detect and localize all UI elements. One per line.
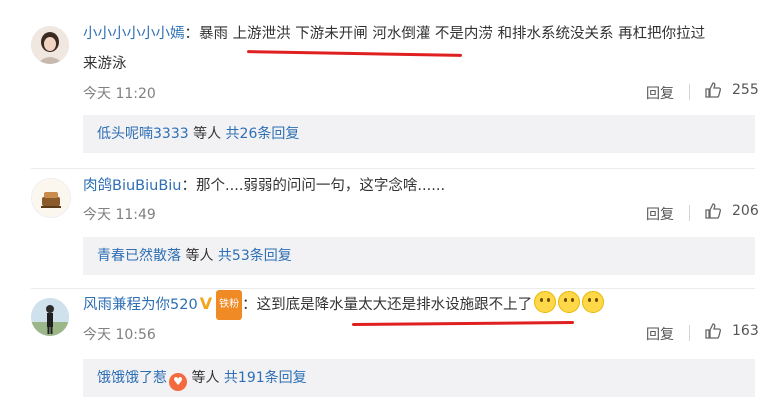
annotation-underline — [351, 321, 575, 326]
reply-count-link[interactable]: 共191条回复 — [224, 370, 307, 386]
comment-text: 风雨兼程为你520 V 铁粉 ：这到底是降水量太大还是排水设施跟不上了 — [83, 290, 605, 320]
comment-text: 肉鸽BiuBiuBiu：那个....弱弱的问问一句，这字念啥...... — [83, 178, 446, 194]
like-count: 163 — [732, 323, 759, 339]
comment-username[interactable]: 风雨兼程为你520 — [83, 297, 198, 313]
fan-badge: 铁粉 — [216, 290, 243, 320]
like-thumb-icon — [705, 82, 722, 98]
like-button[interactable]: 206 — [704, 202, 759, 220]
reply-summary[interactable]: 饿饿饿了惹 ♥ 等人 共191条回复 — [83, 359, 755, 397]
avatar[interactable] — [31, 178, 71, 218]
divider — [689, 205, 690, 221]
like-button[interactable]: 255 — [704, 81, 759, 99]
comment-username[interactable]: 肉鸽BiuBiuBiu — [83, 178, 182, 194]
reply-button[interactable]: 回复 — [646, 324, 674, 344]
comment-time: 今天 10:56 — [83, 327, 156, 343]
like-thumb-icon — [705, 203, 722, 219]
reply-summary[interactable]: 青春已然散落 等人 共53条回复 — [83, 237, 755, 275]
comment-text-line2: 来游泳 — [83, 56, 127, 72]
annotation-underline — [246, 50, 463, 57]
reply-user-link[interactable]: 饿饿饿了惹 — [97, 370, 167, 386]
reply-button[interactable]: 回复 — [646, 204, 674, 224]
verified-v-icon: V — [199, 294, 213, 313]
divider — [689, 325, 690, 341]
comment-time: 今天 11:20 — [83, 86, 156, 102]
smile-emoji-icon — [534, 291, 557, 313]
like-thumb-icon — [705, 323, 722, 339]
smile-emoji-icon — [582, 291, 605, 313]
reply-user-link[interactable]: 低头呢喃3333 — [97, 126, 189, 142]
smile-emoji-icon — [558, 291, 581, 313]
avatar[interactable] — [31, 26, 69, 64]
like-count: 255 — [732, 82, 759, 98]
comment-username[interactable]: 小小小小小小嫣 — [83, 26, 185, 42]
reply-summary[interactable]: 低头呢喃3333 等人 共26条回复 — [83, 115, 755, 153]
reply-count-link[interactable]: 共53条回复 — [218, 248, 292, 264]
reply-button[interactable]: 回复 — [646, 83, 674, 103]
divider — [31, 288, 755, 289]
divider — [689, 84, 690, 100]
reply-user-link[interactable]: 青春已然散落 — [97, 248, 181, 264]
like-button[interactable]: 163 — [704, 322, 759, 340]
divider — [31, 168, 755, 169]
avatar[interactable] — [31, 298, 69, 336]
like-count: 206 — [732, 203, 759, 219]
reply-count-link[interactable]: 共26条回复 — [226, 126, 300, 142]
comment-time: 今天 11:49 — [83, 207, 156, 223]
heart-badge-icon: ♥ — [169, 373, 187, 391]
comment-text: 小小小小小小嫣：暴雨 上游泄洪 下游未开闸 河水倒灌 不是内涝 和排水系统没关系… — [83, 26, 706, 42]
